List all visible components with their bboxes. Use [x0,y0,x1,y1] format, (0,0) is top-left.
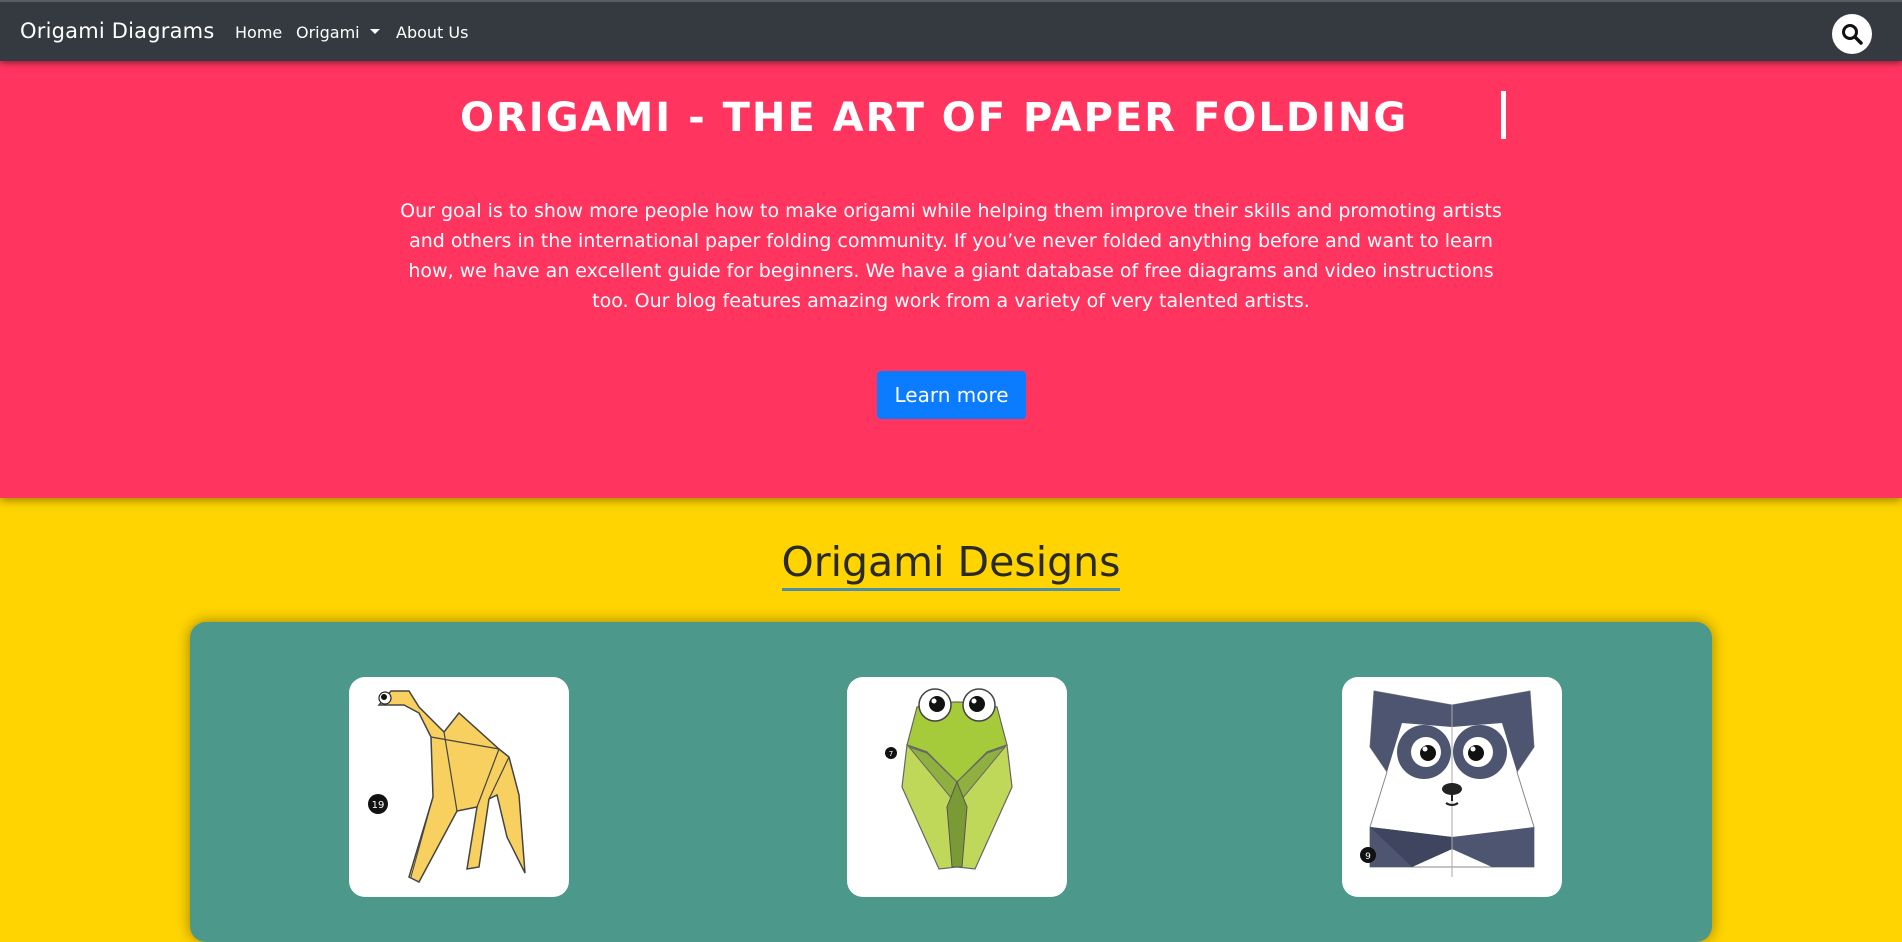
hero-title: ORIGAMI - THE ART OF PAPER FOLDING [460,95,1409,141]
chevron-down-icon[interactable] [370,29,380,34]
card-camel[interactable]: 19 [349,677,569,897]
step-number: 19 [372,800,385,811]
step-number: 9 [1365,852,1371,862]
origami-designs-title: Origami Designs [781,538,1121,591]
cicada-origami-icon: 7 [885,688,1013,870]
search-button[interactable] [1832,14,1872,54]
typing-cursor [1501,91,1506,139]
search-icon [1842,24,1863,45]
section-title-wrapper: Origami Designs [0,538,1902,591]
nav-home[interactable]: Home [235,23,282,42]
brand-link[interactable]: Origami Diagrams [20,19,214,43]
hero-description: Our goal is to show more people how to m… [400,200,1502,312]
nav-about-us[interactable]: About Us [396,23,468,42]
step-number: 7 [889,750,893,758]
card-cicada[interactable]: 7 [847,677,1067,897]
camel-origami-icon: 19 [368,690,526,883]
card-panda[interactable]: 9 [1342,677,1562,897]
panda-origami-icon: 9 [1360,690,1535,877]
hero-section: ORIGAMI - THE ART OF PAPER FOLDING Our g… [0,61,1902,498]
top-navbar: Origami Diagrams Home Origami About Us [0,0,1902,61]
nav-origami-dropdown[interactable]: Origami [296,23,360,42]
learn-more-button[interactable]: Learn more [877,371,1026,419]
